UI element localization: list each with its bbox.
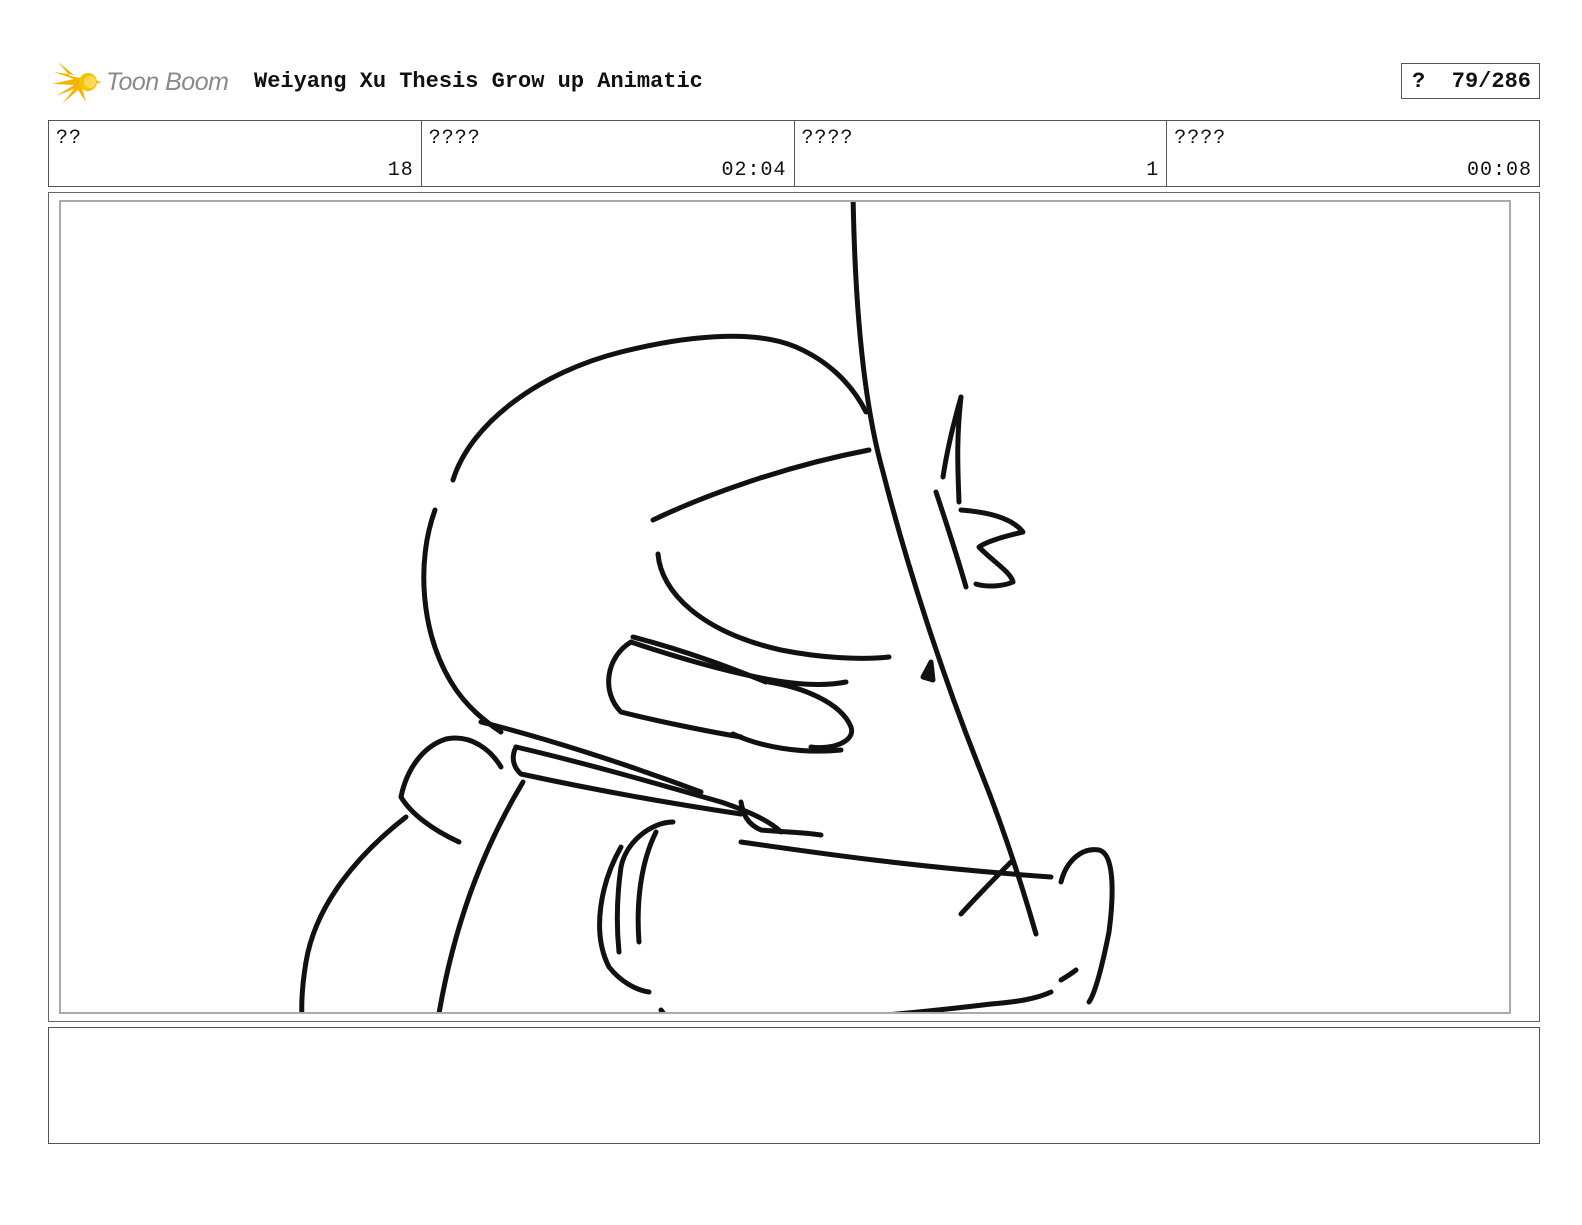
page-header: Toon Boom Weiyang Xu Thesis Grow up Anim…	[48, 58, 1540, 106]
info-value: 00:08	[1466, 159, 1532, 182]
sketch-drawing	[299, 202, 1115, 1012]
info-cell-panel: ???? 1	[795, 121, 1168, 186]
info-label: ????	[428, 127, 481, 150]
page-symbol: ?	[1412, 68, 1426, 94]
info-value: 02:04	[721, 159, 787, 182]
info-label: ????	[1174, 127, 1227, 150]
notes-box	[48, 1027, 1540, 1144]
storyboard-title: Weiyang Xu Thesis Grow up Animatic	[254, 69, 703, 94]
info-value: 1	[1146, 159, 1160, 182]
toon-boom-logo: Toon Boom	[52, 58, 248, 106]
info-cell-scene: ?? 18	[49, 121, 422, 186]
info-label: ??	[56, 127, 83, 150]
starburst-icon	[52, 62, 102, 104]
info-value: 18	[387, 159, 414, 182]
panel-frame	[59, 200, 1511, 1014]
logo-text: Toon Boom	[106, 67, 229, 96]
info-label: ????	[801, 127, 854, 150]
panel-info-row: ?? 18 ???? 02:04 ???? 1 ???? 00:08	[48, 120, 1540, 187]
info-cell-panel-duration: ???? 00:08	[1167, 121, 1539, 186]
info-cell-duration: ???? 02:04	[422, 121, 795, 186]
page-counter: 79/286	[1451, 68, 1531, 94]
page-counter-box: ? 79/286	[1401, 63, 1540, 99]
storyboard-panel	[48, 192, 1540, 1022]
